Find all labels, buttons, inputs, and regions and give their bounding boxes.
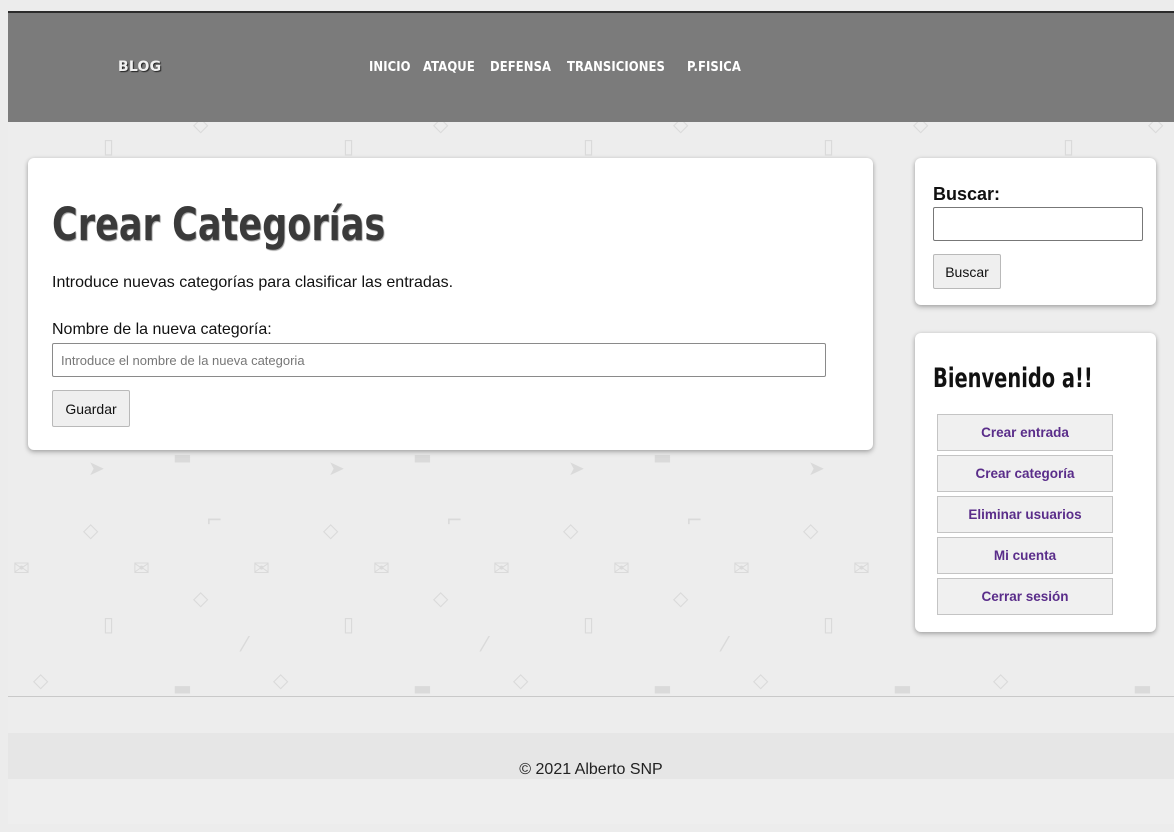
expand-icon: ⌐	[206, 508, 223, 532]
menu-create-category[interactable]: Crear categoría	[937, 455, 1113, 492]
mail-icon: ✉	[613, 556, 630, 580]
tag-icon: ◇	[193, 122, 209, 136]
tablet-icon: ▯	[823, 612, 835, 636]
category-name-input[interactable]	[52, 343, 826, 377]
search-button[interactable]: Buscar	[933, 254, 1001, 289]
tag-icon: ◇	[993, 668, 1009, 692]
tablet-icon: ▯	[583, 612, 595, 636]
save-button[interactable]: Guardar	[52, 390, 130, 427]
tag-icon: ◇	[83, 518, 99, 542]
mail-icon: ✉	[373, 556, 390, 580]
mail-icon: ✉	[253, 556, 270, 580]
nav-inicio[interactable]: INICIO	[369, 59, 411, 75]
cup-icon: ▬	[653, 676, 672, 697]
nav-defensa[interactable]: DEFENSA	[490, 59, 551, 75]
tag-icon: ◇	[433, 586, 449, 610]
mail-icon: ✉	[733, 556, 750, 580]
tag-icon: ◇	[513, 668, 529, 692]
mail-icon: ✉	[493, 556, 510, 580]
intro-text: Introduce nuevas categorías para clasifi…	[52, 274, 454, 291]
cup-icon: ▬	[1133, 676, 1152, 697]
welcome-title: Bienvenido a!!	[933, 363, 1093, 394]
brand-link[interactable]: BLOG	[118, 59, 161, 75]
menu-create-entry[interactable]: Crear entrada	[937, 414, 1113, 451]
cup-icon: ▬	[413, 676, 432, 697]
main-nav: INICIO ATAQUE DEFENSA TRANSICIONES P.FIS…	[369, 59, 743, 75]
tablet-icon: ▯	[103, 612, 115, 636]
menu-delete-users[interactable]: Eliminar usuarios	[937, 496, 1113, 533]
tag-icon: ◇	[913, 122, 929, 136]
tag-icon: ◇	[433, 122, 449, 136]
welcome-card: Bienvenido a!! Crear entrada Crear categ…	[915, 333, 1156, 632]
send-icon: ➤	[568, 456, 585, 480]
mail-icon: ✉	[13, 556, 30, 580]
mail-icon: ✉	[133, 556, 150, 580]
category-name-label: Nombre de la nueva categoría:	[52, 321, 272, 338]
site-header: BLOG INICIO ATAQUE DEFENSA TRANSICIONES …	[8, 13, 1174, 122]
menu-my-account[interactable]: Mi cuenta	[937, 537, 1113, 574]
tag-icon: ◇	[753, 668, 769, 692]
expand-icon: ⌐	[446, 508, 463, 532]
send-icon: ➤	[328, 456, 345, 480]
tablet-icon: ▯	[343, 612, 355, 636]
tablet-icon: ▯	[583, 134, 595, 158]
tag-icon: ◇	[193, 586, 209, 610]
pencil-icon: ⁄	[723, 632, 727, 656]
tag-icon: ◇	[273, 668, 289, 692]
expand-icon: ⌐	[686, 508, 703, 532]
search-input[interactable]	[933, 207, 1143, 241]
footer-bottom	[8, 779, 1174, 824]
cup-icon: ▬	[173, 445, 192, 469]
tag-icon: ◇	[323, 518, 339, 542]
page-title: Crear Categorías	[52, 198, 386, 251]
create-category-card: Crear Categorías Introduce nuevas catego…	[28, 158, 873, 450]
tablet-icon: ▯	[1063, 134, 1075, 158]
tag-icon: ◇	[1148, 122, 1164, 136]
send-icon: ➤	[88, 456, 105, 480]
user-menu: Crear entrada Crear categoría Eliminar u…	[937, 414, 1113, 619]
tag-icon: ◇	[673, 122, 689, 136]
tag-icon: ◇	[563, 518, 579, 542]
tag-icon: ◇	[673, 586, 689, 610]
menu-logout[interactable]: Cerrar sesión	[937, 578, 1113, 615]
nav-ataque[interactable]: ATAQUE	[423, 59, 475, 75]
copyright-text: © 2021 Alberto SNP	[519, 761, 663, 778]
cup-icon: ▬	[893, 676, 912, 697]
tag-icon: ◇	[803, 518, 819, 542]
pencil-icon: ⁄	[483, 632, 487, 656]
cup-icon: ▬	[653, 445, 672, 469]
pencil-icon: ⁄	[243, 632, 247, 656]
send-icon: ➤	[808, 456, 825, 480]
tablet-icon: ▯	[823, 134, 835, 158]
search-title: Buscar:	[933, 184, 1001, 204]
nav-pfisica[interactable]: P.FISICA	[687, 59, 741, 75]
site-footer: © 2021 Alberto SNP	[8, 733, 1174, 779]
cup-icon: ▬	[413, 445, 432, 469]
footer-spacer	[8, 697, 1174, 733]
cup-icon: ▬	[173, 676, 192, 697]
mail-icon: ✉	[853, 556, 870, 580]
search-card: Buscar: Buscar	[915, 158, 1156, 305]
nav-transiciones[interactable]: TRANSICIONES	[567, 59, 665, 75]
tag-icon: ◇	[33, 668, 49, 692]
tablet-icon: ▯	[103, 134, 115, 158]
tablet-icon: ▯	[343, 134, 355, 158]
